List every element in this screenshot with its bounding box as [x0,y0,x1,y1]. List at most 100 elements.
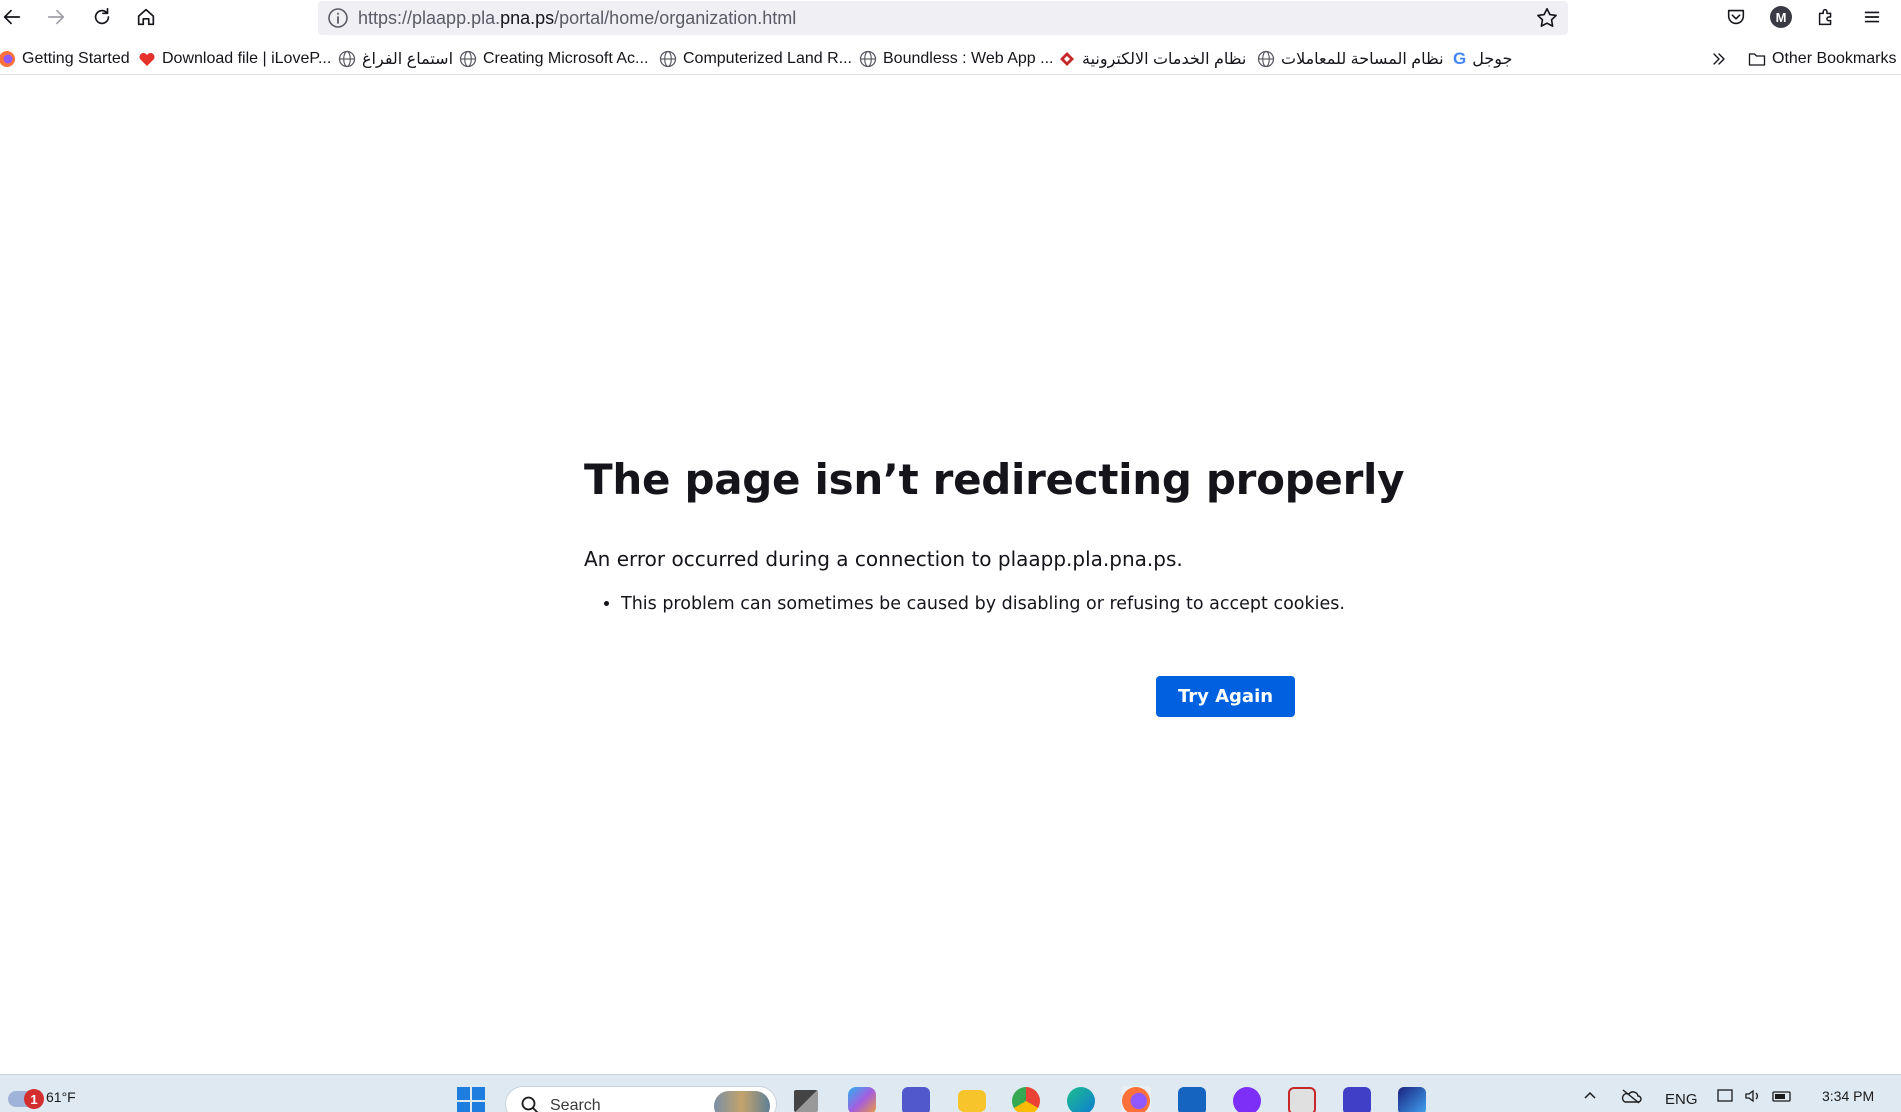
bookmark-computerized-land[interactable]: Computerized Land R... [659,47,852,71]
bookmark-label: Getting Started [22,50,130,67]
arrow-left-icon [3,9,21,25]
chrome-icon [1012,1087,1040,1112]
infinity-app-icon [1233,1087,1261,1112]
bookmark-label: Download file | iLoveP... [162,50,332,67]
bookmark-survey-system[interactable]: نظام المساحة للمعاملات [1257,47,1444,71]
purple-app-icon [1343,1087,1371,1112]
taskbar-search[interactable]: Search [505,1086,777,1112]
error-reason-item: This problem can sometimes be caused by … [621,594,1345,614]
taskbar-app-red[interactable] [1287,1086,1317,1112]
weather-widget[interactable]: 1 61°F [4,1079,94,1112]
search-placeholder: Search [550,1097,601,1112]
bookmark-label: نظام الخدمات الالكترونية [1082,51,1247,68]
try-again-button[interactable]: Try Again [1156,676,1295,717]
avatar: M [1770,6,1792,28]
windows-logo-icon [457,1087,485,1112]
taskbar-file-explorer[interactable] [957,1086,987,1112]
bookmark-e-services[interactable]: نظام الخدمات الالكترونية [1058,47,1246,71]
copilot-icon [848,1087,876,1112]
firefox-icon [0,51,15,67]
store-icon [1178,1087,1206,1112]
task-view-button[interactable] [791,1086,821,1112]
url-prefix: https://plaapp.pla. [358,8,501,28]
bookmark-ilovepdf[interactable]: Download file | iLoveP... [138,47,331,71]
url-host: pna.ps [500,8,555,28]
bookmark-boundless[interactable]: Boundless : Web App ... [859,47,1053,71]
bookmark-google[interactable]: G جوجل [1453,47,1512,71]
other-bookmarks-folder[interactable]: Other Bookmarks [1748,47,1896,71]
puzzle-icon [1818,8,1832,26]
notification-badge: 1 [24,1089,44,1109]
bookmark-getting-started[interactable]: Getting Started [0,47,130,71]
taskbar-app-map[interactable] [1397,1086,1427,1112]
avatar-initial: M [1775,9,1787,25]
map-app-icon [1398,1087,1426,1112]
taskbar-teams[interactable] [901,1086,931,1112]
clock-time[interactable]: 3:34 PM [1822,1088,1874,1104]
edge-icon [1067,1087,1095,1112]
weather-temperature: 61°F [46,1089,76,1105]
teams-icon [902,1087,930,1112]
forward-button[interactable] [40,2,72,32]
globe-icon [1257,50,1275,68]
hamburger-menu-icon [1864,11,1880,23]
bookmark-label: نظام المساحة للمعاملات [1281,51,1444,68]
windows-taskbar: 1 61°F Search ENG 3:34 PM [0,1074,1901,1112]
taskbar-store[interactable] [1177,1086,1207,1112]
bookmarks-toolbar: Getting Started Download file | iLoveP..… [0,43,1901,75]
site-logo-icon [1060,52,1074,66]
search-highlight-image [714,1091,770,1112]
globe-icon [459,50,477,68]
pocket-icon [1727,9,1745,25]
taskbar-app-infinity[interactable] [1232,1086,1262,1112]
bookmark-label: جوجل [1472,51,1513,68]
error-page: The page isn’t redirecting properly An e… [584,455,1404,717]
account-button[interactable]: M [1765,2,1797,32]
pocket-button[interactable] [1720,2,1752,32]
error-reasons-list: This problem can sometimes be caused by … [584,594,1345,614]
search-icon [521,1096,539,1112]
home-button[interactable] [130,2,162,32]
reload-button[interactable] [86,2,118,32]
network-icon[interactable] [1717,1088,1735,1108]
red-app-icon [1288,1087,1316,1112]
reload-icon [94,7,110,25]
url-suffix: /portal/home/organization.html [554,8,797,28]
site-info-icon[interactable] [326,6,350,30]
arrow-right-icon [47,9,65,25]
heart-icon [139,52,155,66]
taskbar-edge[interactable] [1066,1086,1096,1112]
bookmark-label: Boundless : Web App ... [883,50,1054,67]
firefox-icon [1122,1087,1150,1112]
bookmark-arabic-1[interactable]: استماع الفراغ [338,47,453,71]
onedrive-icon[interactable] [1620,1088,1642,1108]
bookmark-creating-microsoft[interactable]: Creating Microsoft Ac... [459,47,648,71]
language-indicator[interactable]: ENG [1665,1091,1698,1108]
bookmarks-overflow-button[interactable] [1710,47,1728,71]
volume-icon[interactable] [1744,1088,1762,1108]
taskbar-firefox[interactable] [1121,1086,1151,1112]
url-bar[interactable]: https://plaapp.pla.pna.ps/portal/home/or… [318,1,1568,35]
bookmark-star-icon[interactable] [1534,5,1560,31]
globe-icon [659,50,677,68]
taskbar-chrome[interactable] [1011,1086,1041,1112]
tray-overflow-chevron-up-icon[interactable] [1582,1088,1598,1108]
google-icon: G [1453,49,1467,68]
task-view-icon [794,1090,818,1112]
start-button[interactable] [456,1086,486,1112]
menu-button[interactable] [1856,2,1888,32]
bookmark-label: Computerized Land R... [683,50,852,67]
taskbar-copilot[interactable] [847,1086,877,1112]
taskbar-app-purple[interactable] [1342,1086,1372,1112]
navigation-toolbar: https://plaapp.pla.pna.ps/portal/home/or… [0,0,1901,35]
folder-icon [958,1090,986,1112]
url-text[interactable]: https://plaapp.pla.pna.ps/portal/home/or… [358,8,796,29]
folder-icon [1748,53,1766,66]
extensions-button[interactable] [1810,2,1842,32]
bookmark-label: استماع الفراغ [362,51,454,68]
globe-icon [859,50,877,68]
battery-icon[interactable] [1772,1088,1794,1108]
error-description: An error occurred during a connection to… [584,547,1183,571]
back-button[interactable] [0,2,28,32]
globe-icon [338,50,356,68]
